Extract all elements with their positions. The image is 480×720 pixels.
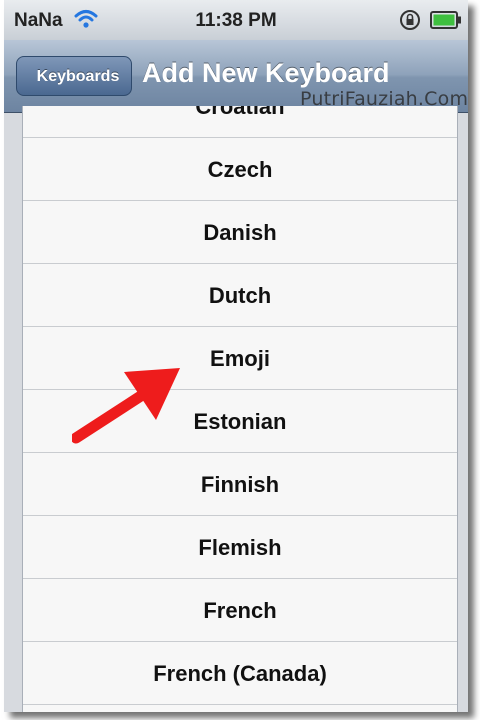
rotation-lock-icon: [398, 8, 422, 37]
back-button-label: Keyboards: [36, 68, 120, 85]
watermark-text: PutriFauziah.Com: [300, 88, 468, 110]
list-item-czech[interactable]: Czech: [23, 138, 457, 201]
status-bar: NaNa 11:38 PM: [4, 0, 468, 40]
phone-screenshot: NaNa 11:38 PM Keyboards Add New Keyboard…: [4, 0, 468, 712]
list-item-french-canada[interactable]: French (Canada): [23, 642, 457, 705]
list-item-croatian[interactable]: Croatian: [23, 106, 457, 138]
red-arrow-icon: [72, 368, 180, 444]
list-item-flemish[interactable]: Flemish: [23, 516, 457, 579]
list-item-danish[interactable]: Danish: [23, 201, 457, 264]
list-item-finnish[interactable]: Finnish: [23, 453, 457, 516]
battery-icon: [430, 11, 462, 34]
list-item-dutch[interactable]: Dutch: [23, 264, 457, 327]
keyboards-back-button[interactable]: Keyboards: [16, 56, 132, 96]
page-title: Add New Keyboard: [142, 58, 390, 88]
list-item-french[interactable]: French: [23, 579, 457, 642]
